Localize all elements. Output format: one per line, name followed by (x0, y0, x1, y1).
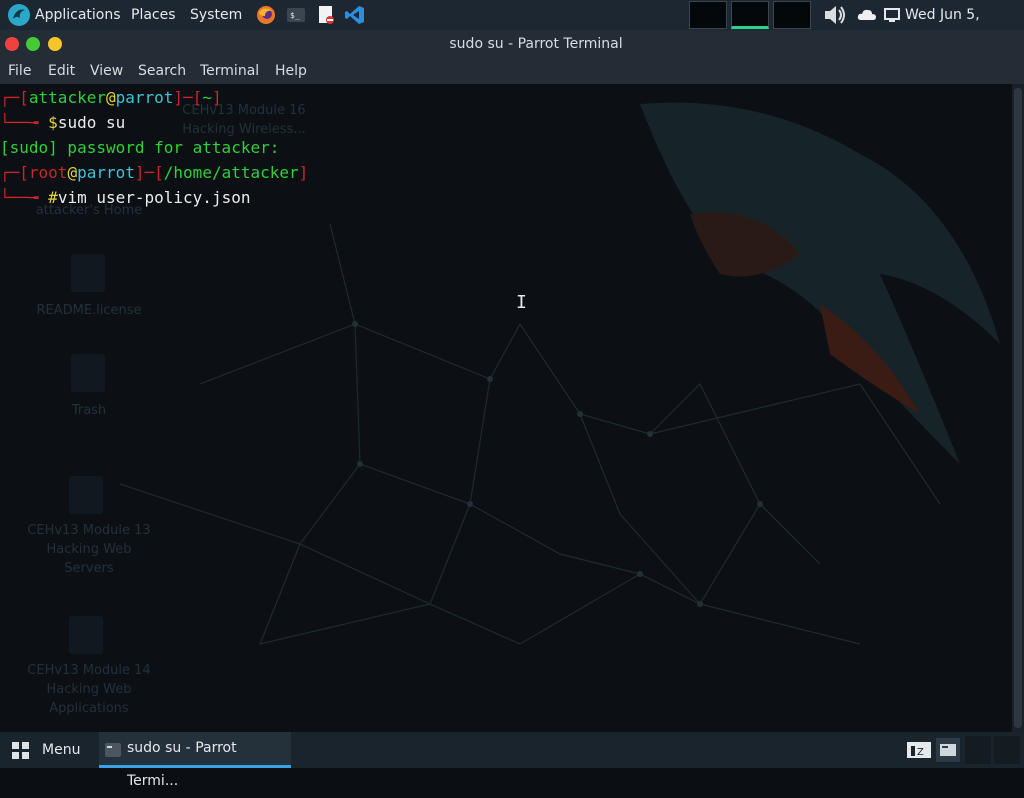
workspace-1[interactable] (689, 1, 727, 29)
menu-view[interactable]: View (90, 58, 123, 84)
terminal-output: ┌─[attacker@parrot]─[~] └──╼ $sudo su [s… (0, 84, 308, 259)
folder-icon (69, 616, 103, 654)
prompt-branch: └──╼ (0, 188, 49, 207)
command-text: sudo su (57, 113, 126, 132)
prompt-bracket: ┌─[ (0, 88, 29, 107)
desktop-icon-label: Hacking Web (46, 542, 132, 557)
workspace-3[interactable] (773, 1, 811, 29)
system-menu[interactable]: System (190, 0, 242, 30)
archive-manager-icon[interactable]: Z (907, 740, 931, 764)
desktop-icon-label: Hacking Web (46, 682, 132, 697)
prompt-bracket: ] (298, 163, 309, 182)
menu-help[interactable]: Help (275, 58, 307, 84)
firefox-icon[interactable] (256, 5, 276, 25)
prompt-bracket: ]─[ (173, 88, 203, 107)
sudo-password-prompt: [sudo] password for attacker: (0, 138, 280, 157)
prompt-bracket: ] (211, 88, 222, 107)
prompt-path: /home/attacker (163, 163, 299, 182)
desktop-icon-module14: CEHv13 Module 14 Hacking Web Application… (4, 661, 174, 718)
menu-grid-icon[interactable] (11, 741, 31, 765)
scrollbar-thumb[interactable] (1014, 88, 1022, 728)
places-menu[interactable]: Places (131, 0, 176, 30)
prompt-branch: └──╼ (0, 113, 49, 132)
prompt-user: attacker (28, 88, 106, 107)
desktop-icon-label: Trash (71, 403, 107, 418)
menu-file[interactable]: File (8, 58, 31, 84)
workspace-2[interactable] (731, 1, 769, 29)
trash-icon (71, 354, 105, 392)
prompt-at: @ (105, 88, 116, 107)
window-title: sudo su - Parrot Terminal (449, 36, 623, 52)
folder-icon (69, 476, 103, 514)
desktop-icon-label: CEHv13 Module 13 (27, 523, 151, 538)
volume-icon[interactable] (823, 4, 845, 24)
weather-icon[interactable] (856, 5, 876, 25)
prompt-sigil: # (48, 188, 58, 207)
text-editor-icon[interactable] (316, 5, 336, 25)
main-menu-button[interactable]: Menu (42, 732, 80, 768)
vscode-icon[interactable] (345, 5, 365, 25)
command-line-2: └──╼ #vim user-policy.json (0, 185, 250, 210)
workspace-switcher-2[interactable] (994, 736, 1020, 764)
desktop-icon-label: CEHv13 Module 14 (27, 663, 151, 678)
desktop-icon-label: README.license (36, 303, 142, 318)
desktop-icon-label: Servers (64, 561, 114, 576)
terminal-launcher-icon[interactable]: $_ (286, 5, 306, 25)
file-icon (71, 254, 105, 292)
command-text: vim user-policy.json (57, 188, 251, 207)
prompt-sigil: $ (48, 113, 58, 132)
desktop-icon-label: Applications (49, 701, 129, 716)
prompt-path: ~ (202, 88, 212, 107)
menu-search[interactable]: Search (138, 58, 186, 84)
prompt-bracket: ┌─[ (0, 163, 29, 182)
prompt-host: parrot (115, 88, 174, 107)
terminal-task-icon (105, 743, 121, 761)
prompt-user: root (28, 163, 68, 182)
parrot-logo-icon[interactable] (8, 4, 30, 26)
workspace-switcher-1[interactable] (965, 736, 991, 764)
svg-text:$_: $_ (290, 11, 300, 20)
prompt-bracket: ]─[ (134, 163, 164, 182)
prompt-host: parrot (77, 163, 135, 182)
taskbar-terminal-label: sudo su - Parrot Termi... (127, 740, 237, 789)
desktop-icon-trash: Trash (4, 401, 174, 420)
top-panel: Applications Places System $_ Wed Jun 5,… (0, 0, 1024, 53)
prompt-at: @ (67, 163, 78, 182)
show-desktop-icon[interactable] (936, 738, 960, 762)
svg-text:Z: Z (917, 747, 924, 758)
prompt-line-1: ┌─[attacker@parrot]─[~] (0, 85, 222, 110)
desktop-icon-readme: README.license (4, 301, 174, 320)
menu-edit[interactable]: Edit (48, 58, 75, 84)
display-icon[interactable] (883, 5, 903, 25)
terminal-area[interactable]: CEHv13 Module 16 Hacking Wireless... att… (0, 84, 1012, 732)
ibeam-cursor-icon: I (516, 292, 527, 313)
window-titlebar[interactable]: sudo su - Parrot Terminal (0, 30, 1024, 58)
taskbar-terminal-entry[interactable]: sudo su - Parrot Termi... (99, 732, 291, 789)
applications-menu[interactable]: Applications (35, 0, 121, 30)
command-line-1: └──╼ $sudo su (0, 110, 125, 135)
terminal-menubar: File Edit View Search Terminal Help (0, 58, 1024, 84)
menu-terminal[interactable]: Terminal (200, 58, 259, 84)
desktop-icon-module13: CEHv13 Module 13 Hacking Web Servers (4, 521, 174, 578)
prompt-line-2: ┌─[root@parrot]─[/home/attacker] (0, 160, 308, 185)
bottom-panel: Menu sudo su - Parrot Termi... Z (0, 732, 1024, 789)
clock[interactable]: Wed Jun 5, 06:47 (905, 0, 1024, 53)
